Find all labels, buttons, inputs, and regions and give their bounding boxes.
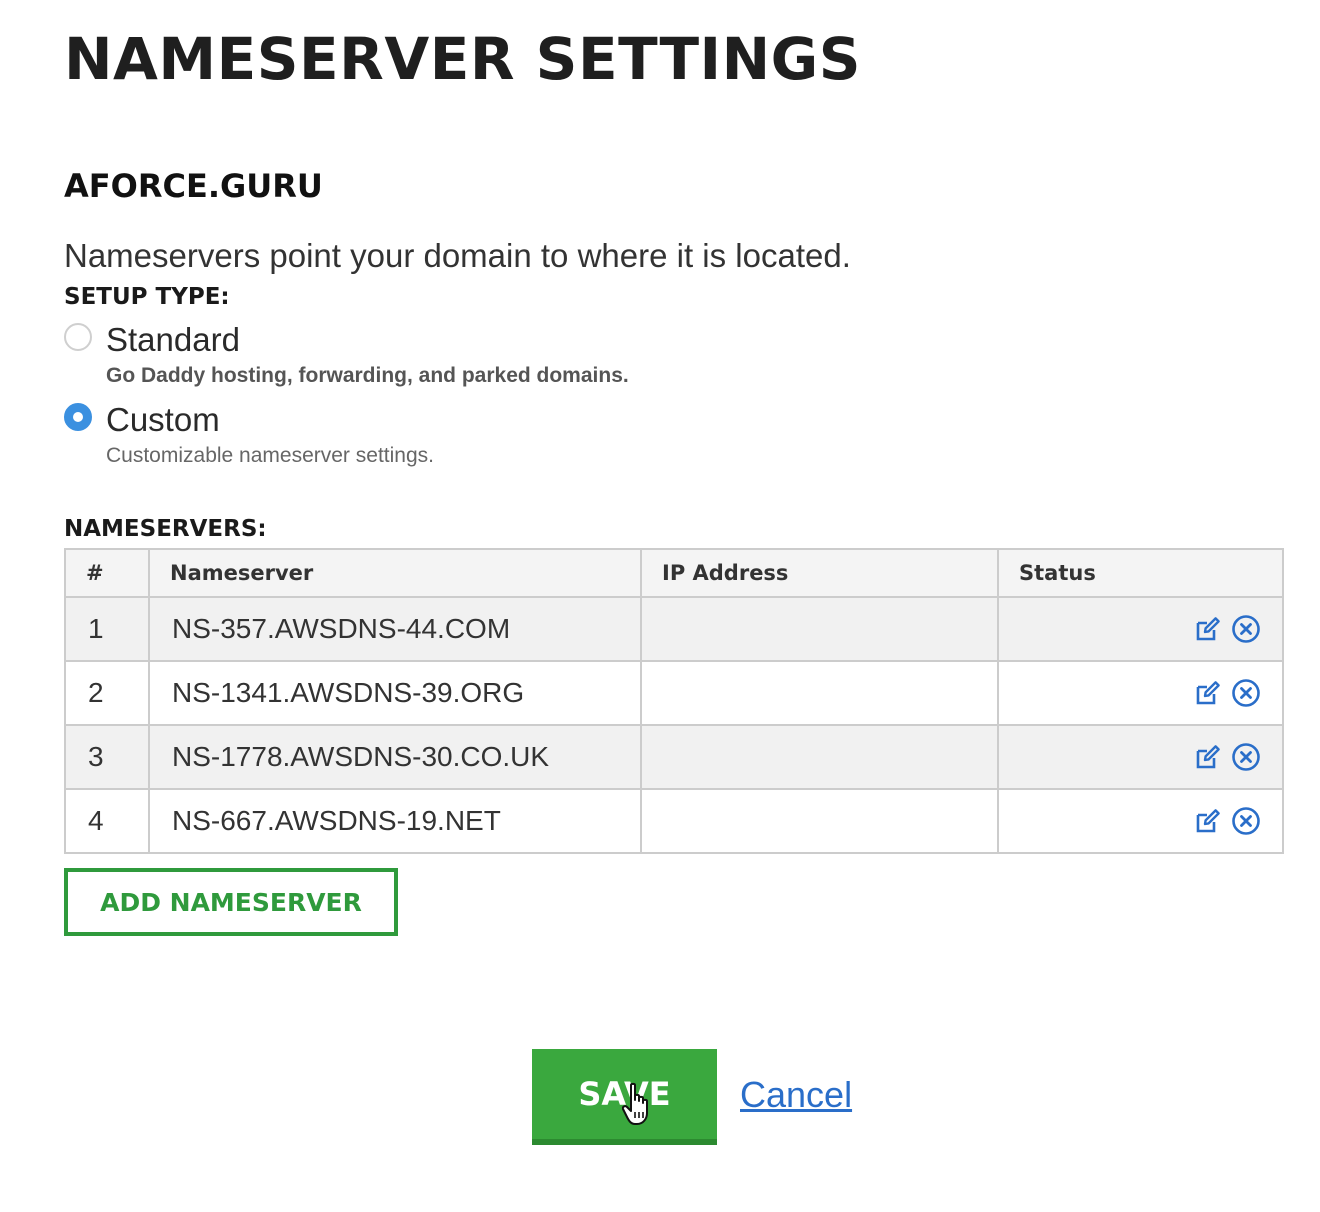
- nameserver-cell: NS-357.AWSDNS-44.COM: [148, 596, 642, 662]
- nameservers-table: # Nameserver IP Address Status 1 NS-357.…: [64, 548, 1284, 854]
- column-header-nameserver: Nameserver: [148, 548, 642, 598]
- edit-icon[interactable]: [1192, 741, 1224, 773]
- row-actions: [1192, 613, 1262, 645]
- nameservers-label: NAMESERVERS:: [64, 516, 267, 542]
- radio-button-custom[interactable]: [64, 403, 92, 431]
- radio-label-custom[interactable]: Custom: [106, 400, 220, 440]
- row-number: 4: [64, 788, 150, 854]
- edit-icon[interactable]: [1192, 677, 1224, 709]
- row-actions: [1192, 677, 1262, 709]
- column-header-ip-address: IP Address: [640, 548, 999, 598]
- remove-circle-icon[interactable]: [1230, 613, 1262, 645]
- ip-address-cell: [640, 596, 999, 662]
- cancel-link[interactable]: Cancel: [740, 1074, 852, 1116]
- row-actions: [1192, 805, 1262, 837]
- status-cell: [997, 788, 1284, 854]
- description-text: Nameservers point your domain to where i…: [64, 237, 851, 274]
- table-row: 2 NS-1341.AWSDNS-39.ORG: [64, 660, 1284, 726]
- table-header-row: # Nameserver IP Address Status: [64, 548, 1284, 598]
- hand-cursor-icon: [621, 1082, 652, 1133]
- add-nameserver-button[interactable]: ADD NAMESERVER: [64, 868, 398, 936]
- ip-address-cell: [640, 788, 999, 854]
- status-cell: [997, 660, 1284, 726]
- status-cell: [997, 724, 1284, 790]
- remove-circle-icon[interactable]: [1230, 741, 1262, 773]
- radio-label-standard[interactable]: Standard: [106, 320, 240, 360]
- domain-name: AFORCE.GURU: [64, 167, 323, 205]
- remove-circle-icon[interactable]: [1230, 805, 1262, 837]
- radio-help-standard: Go Daddy hosting, forwarding, and parked…: [106, 364, 629, 387]
- radio-help-custom: Customizable nameserver settings.: [106, 444, 434, 467]
- edit-icon[interactable]: [1192, 805, 1224, 837]
- setup-type-label: SETUP TYPE:: [64, 284, 230, 310]
- column-header-number: #: [64, 548, 150, 598]
- radio-button-standard[interactable]: [64, 323, 92, 351]
- nameserver-cell: NS-1341.AWSDNS-39.ORG: [148, 660, 642, 726]
- ip-address-cell: [640, 724, 999, 790]
- edit-icon[interactable]: [1192, 613, 1224, 645]
- row-actions: [1192, 741, 1262, 773]
- ip-address-cell: [640, 660, 999, 726]
- page-title: NAMESERVER SETTINGS: [64, 25, 862, 93]
- table-row: 4 NS-667.AWSDNS-19.NET: [64, 788, 1284, 854]
- row-number: 2: [64, 660, 150, 726]
- status-cell: [997, 596, 1284, 662]
- row-number: 3: [64, 724, 150, 790]
- table-row: 1 NS-357.AWSDNS-44.COM: [64, 596, 1284, 662]
- remove-circle-icon[interactable]: [1230, 677, 1262, 709]
- nameserver-cell: NS-667.AWSDNS-19.NET: [148, 788, 642, 854]
- table-row: 3 NS-1778.AWSDNS-30.CO.UK: [64, 724, 1284, 790]
- column-header-status: Status: [997, 548, 1284, 598]
- nameserver-cell: NS-1778.AWSDNS-30.CO.UK: [148, 724, 642, 790]
- row-number: 1: [64, 596, 150, 662]
